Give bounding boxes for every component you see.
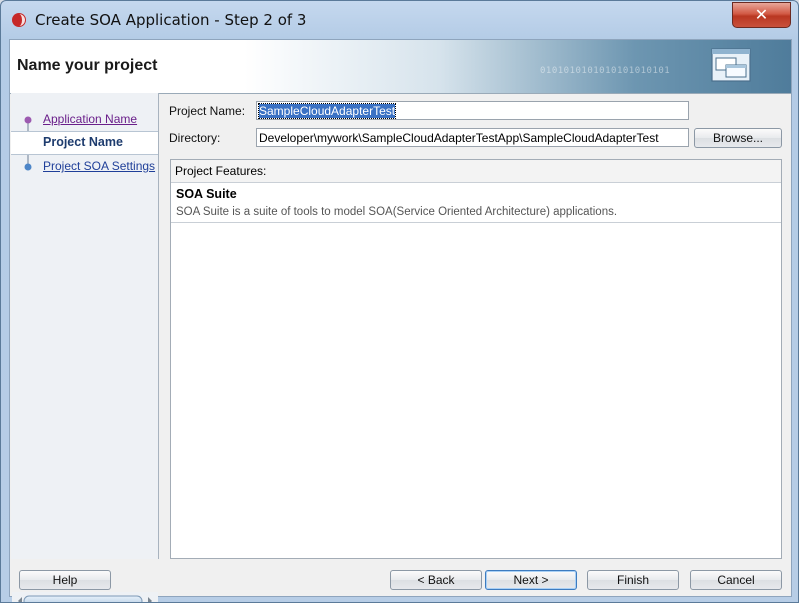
directory-input[interactable]: Developer\mywork\SampleCloudAdapterTestA… <box>256 128 689 147</box>
sidebar-horizontal-scrollbar[interactable] <box>12 592 158 603</box>
close-button[interactable]: ✕ <box>732 2 791 28</box>
step-application-name[interactable]: Application Name <box>11 109 158 131</box>
directory-label: Directory: <box>169 131 221 145</box>
step-label-project-name: Project Name <box>43 135 123 149</box>
feature-title: SOA Suite <box>176 187 237 201</box>
window-title: Create SOA Application - Step 2 of 3 <box>35 11 307 29</box>
finish-button[interactable]: Finish <box>587 570 679 590</box>
project-name-label: Project Name: <box>169 104 246 118</box>
page-title: Name your project <box>17 57 158 74</box>
next-button[interactable]: Next > <box>485 570 577 590</box>
feature-description: SOA Suite is a suite of tools to model S… <box>176 206 618 218</box>
wizard-steps-sidebar: Application Name Project Name Project SO… <box>11 93 159 602</box>
dialog-client-area: Name your project 0101010101010101010101… <box>9 39 792 602</box>
project-name-input[interactable]: SampleCloudAdapterTest <box>256 101 689 120</box>
project-features-panel: Project Features: SOA Suite SOA Suite is… <box>170 159 782 559</box>
project-features-header: Project Features: <box>171 160 781 183</box>
jdeveloper-app-icon <box>12 13 26 27</box>
step-label-project-soa-settings[interactable]: Project SOA Settings <box>43 159 155 173</box>
feature-list-item[interactable]: SOA Suite SOA Suite is a suite of tools … <box>171 183 781 223</box>
help-button[interactable]: Help <box>19 570 111 590</box>
dialog-window: Create SOA Application - Step 2 of 3 ✕ N… <box>0 0 799 603</box>
browse-button[interactable]: Browse... <box>694 128 782 148</box>
step-project-soa-settings[interactable]: Project SOA Settings <box>11 156 158 178</box>
title-bar[interactable]: Create SOA Application - Step 2 of 3 ✕ <box>1 1 798 39</box>
wizard-header: Name your project 0101010101010101010101 <box>10 40 791 94</box>
cancel-button[interactable]: Cancel <box>690 570 782 590</box>
step-label-application-name[interactable]: Application Name <box>43 112 137 126</box>
step-project-name[interactable]: Project Name <box>11 131 158 155</box>
wizard-graphic-icon <box>711 48 751 82</box>
header-binary-decoration: 0101010101010101010101 <box>540 66 671 76</box>
back-button[interactable]: < Back <box>390 570 482 590</box>
project-name-selected-text: SampleCloudAdapterTest <box>257 103 397 119</box>
close-icon: ✕ <box>754 5 769 24</box>
